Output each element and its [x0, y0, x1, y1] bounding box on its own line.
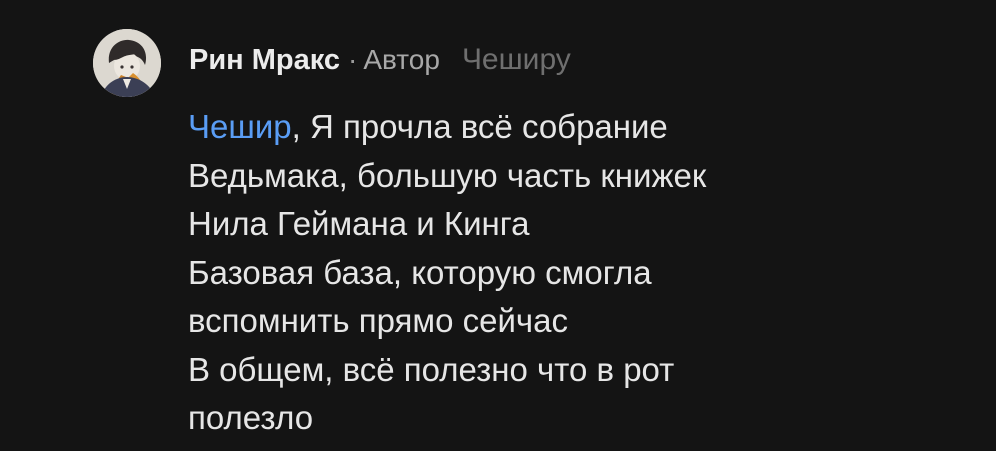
- comment-text: Чешир, Я прочла всё собрание Ведьмака, б…: [188, 103, 968, 443]
- comment: Рин Мракс · Автор Чеширу Чешир, Я прочла…: [93, 29, 973, 451]
- comment-line: полезло: [188, 399, 314, 436]
- author-badge: Автор: [363, 44, 440, 75]
- comment-line: Чешир, Я прочла всё собрание: [188, 103, 968, 152]
- comment-line: В общем, всё полезно что в рот: [188, 350, 675, 388]
- mention-link[interactable]: Чешир: [188, 108, 292, 145]
- reply-to-link[interactable]: Чеширу: [462, 43, 571, 77]
- user-avatar-icon[interactable]: [93, 29, 161, 97]
- comment-line: Базовая база, которую смогла: [188, 253, 652, 291]
- comment-line-text: , Я прочла всё собрание: [291, 108, 668, 145]
- comment-line: Ведьмака, большую часть книжек: [188, 156, 707, 194]
- comment-line: Нила Геймана и Кинга: [188, 205, 530, 242]
- author-name[interactable]: Рин Мракс: [189, 44, 340, 77]
- separator-dot: ·: [348, 44, 358, 75]
- comment-header: Рин Мракс · Автор Чеширу: [189, 43, 571, 87]
- comment-line: вспомнить прямо сейчас: [188, 302, 568, 339]
